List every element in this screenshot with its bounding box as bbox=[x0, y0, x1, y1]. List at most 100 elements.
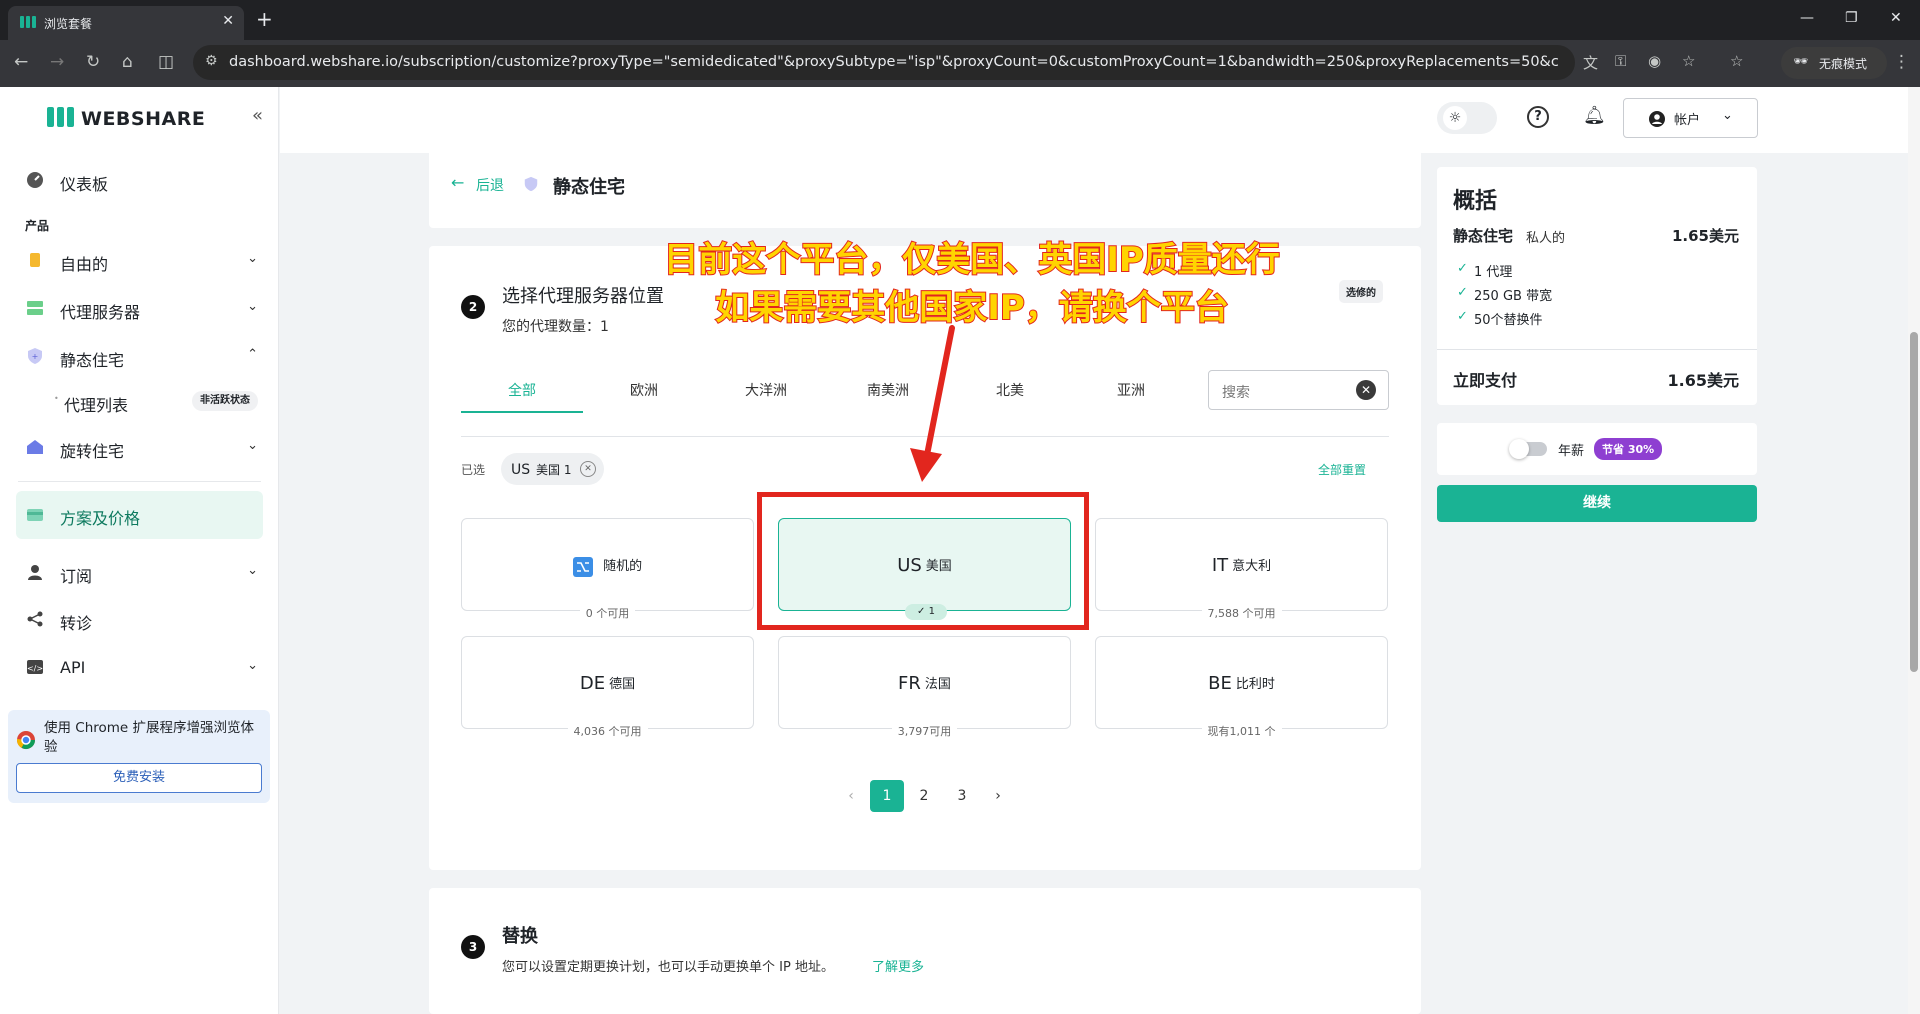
tab-europe[interactable]: 欧洲 bbox=[583, 380, 705, 400]
browser-menu-icon[interactable]: ⋮ bbox=[1893, 52, 1910, 72]
forward-icon[interactable]: → bbox=[50, 52, 64, 72]
back-arrow-icon[interactable]: ← bbox=[451, 173, 464, 192]
minimize-icon[interactable]: — bbox=[1800, 10, 1814, 26]
collapse-sidebar-icon[interactable]: « bbox=[252, 105, 263, 126]
split-view-icon[interactable]: ◫ bbox=[158, 52, 174, 72]
check-icon: ✓ bbox=[1457, 309, 1468, 324]
install-free-button[interactable]: 免费安装 bbox=[16, 763, 262, 793]
sidebar-item-referral[interactable]: 转诊 bbox=[24, 601, 264, 639]
learn-more-link[interactable]: 了解更多 bbox=[872, 956, 924, 975]
gauge-icon bbox=[26, 171, 44, 189]
annual-toggle[interactable] bbox=[1509, 439, 1547, 459]
bookmarks-icon[interactable]: ☆ bbox=[1730, 52, 1743, 70]
sidebar-item-free[interactable]: 自由的 ⌄ bbox=[24, 242, 264, 280]
summary-product-sub: 私人的 bbox=[1526, 231, 1566, 246]
back-link[interactable]: 后退 bbox=[476, 175, 504, 195]
summary-title: 概括 bbox=[1453, 189, 1498, 214]
location-card-random[interactable]: 随机的 0 个可用 bbox=[461, 518, 754, 620]
selected-chip-us: US 美国 1 ✕ bbox=[501, 453, 604, 485]
card-icon bbox=[26, 506, 44, 524]
step-title: 替换 bbox=[502, 926, 538, 947]
sidebar-item-static-residential[interactable]: + 静态住宅 ⌃ bbox=[24, 338, 264, 376]
sidebar-item-api[interactable]: </> API ⌄ bbox=[24, 649, 264, 687]
location-card-fr[interactable]: FR 法国 3,797可用 bbox=[778, 636, 1071, 738]
url-text: dashboard.webshare.io/subscription/custo… bbox=[229, 54, 1559, 70]
chevron-down-icon: ⌄ bbox=[247, 658, 258, 673]
sidebar-item-dashboard[interactable]: 仪表板 bbox=[24, 162, 264, 200]
chip-country-code: US bbox=[511, 462, 531, 478]
theme-toggle[interactable]: ☼ bbox=[1437, 102, 1497, 134]
close-tab-icon[interactable]: ✕ bbox=[222, 13, 234, 29]
webshare-logo-icon bbox=[47, 107, 74, 127]
location-name: 德国 bbox=[609, 677, 636, 692]
step-number: 2 bbox=[461, 295, 485, 319]
remove-chip-icon[interactable]: ✕ bbox=[580, 461, 596, 477]
omnibox[interactable]: ⚙ dashboard.webshare.io/subscription/cus… bbox=[193, 45, 1575, 80]
tab-oceania[interactable]: 大洋洲 bbox=[705, 380, 827, 400]
brand-name: WEBSHARE bbox=[81, 108, 206, 130]
page-button-2[interactable]: 2 bbox=[907, 780, 941, 812]
code-icon: </> bbox=[26, 658, 44, 676]
feature-item: 50个替换件 bbox=[1474, 313, 1543, 328]
site-info-icon[interactable]: ⚙ bbox=[205, 53, 218, 69]
tab-north-america[interactable]: 北美 bbox=[949, 380, 1071, 400]
pay-now-label: 立即支付 bbox=[1453, 371, 1518, 390]
location-search-input[interactable]: 搜索 ✕ bbox=[1208, 370, 1389, 410]
clear-search-icon[interactable]: ✕ bbox=[1356, 380, 1376, 400]
inactive-badge: 非活跃状态 bbox=[192, 391, 258, 411]
feature-item: 250 GB 带宽 bbox=[1474, 289, 1553, 304]
close-window-icon[interactable]: ✕ bbox=[1890, 10, 1902, 26]
availability: 4,036 个可用 bbox=[567, 725, 648, 738]
availability: 3,797可用 bbox=[891, 725, 958, 738]
new-tab-icon[interactable]: + bbox=[256, 7, 273, 31]
top-header: ☼ ? 🔔︎ 帐户 ⌄ bbox=[280, 87, 1920, 153]
server-icon bbox=[26, 299, 44, 317]
tab-all[interactable]: 全部 bbox=[461, 380, 583, 400]
sidebar-item-proxy-server[interactable]: 代理服务器 ⌄ bbox=[24, 290, 264, 328]
summary-product: 静态住宅 bbox=[1453, 227, 1514, 245]
incognito-indicator[interactable]: 🕶 无痕模式 bbox=[1781, 47, 1887, 79]
step-description: 您可以设置定期更换计划，也可以手动更换单个 IP 地址。 bbox=[502, 960, 834, 975]
chrome-icon bbox=[16, 731, 35, 750]
chevron-down-icon: ⌄ bbox=[247, 438, 258, 453]
sidebar-item-rotating-residential[interactable]: 旋转住宅 ⌄ bbox=[24, 429, 264, 467]
tab-title: 浏览套餐 bbox=[44, 17, 93, 31]
translate-icon[interactable]: 文 bbox=[1583, 52, 1598, 73]
annotation-line-2: 如果需要其他国家IP，请换个平台 bbox=[714, 287, 1230, 329]
sidebar-item-plans-pricing[interactable]: 方案及价格 bbox=[16, 491, 263, 539]
location-card-it[interactable]: IT 意大利 7,588 个可用 bbox=[1095, 518, 1388, 620]
tab-asia[interactable]: 亚洲 bbox=[1070, 380, 1192, 400]
summary-price: 1.65美元 bbox=[1671, 227, 1739, 245]
page-button-1[interactable]: 1 bbox=[870, 780, 904, 812]
home-icon[interactable]: ⌂ bbox=[122, 52, 133, 72]
location-card-de[interactable]: DE 德国 4,036 个可用 bbox=[461, 636, 754, 738]
sidebar-item-subscription[interactable]: 订阅 ⌄ bbox=[24, 554, 264, 592]
save-badge: 节省 30% bbox=[1594, 438, 1663, 460]
back-icon[interactable]: ← bbox=[14, 52, 28, 72]
prev-page-icon[interactable]: ‹ bbox=[834, 780, 868, 812]
next-page-icon[interactable]: › bbox=[981, 780, 1015, 812]
bookmark-star-icon[interactable]: ☆ bbox=[1682, 52, 1695, 70]
password-key-icon[interactable]: ⚿ bbox=[1615, 52, 1626, 70]
eye-off-icon[interactable]: ◉ bbox=[1648, 52, 1661, 70]
continue-button[interactable]: 继续 bbox=[1437, 485, 1757, 522]
reset-all-link[interactable]: 全部重置 bbox=[1318, 461, 1366, 478]
bell-icon[interactable]: 🔔︎ bbox=[1583, 105, 1606, 126]
sidebar-divider bbox=[18, 481, 261, 482]
page-button-3[interactable]: 3 bbox=[945, 780, 979, 812]
restore-icon[interactable]: ❐ bbox=[1845, 10, 1858, 26]
annual-label: 年薪 bbox=[1558, 444, 1585, 459]
location-card-be[interactable]: BE 比利时 现有1,011 个 bbox=[1095, 636, 1388, 738]
scrollbar-thumb[interactable] bbox=[1910, 332, 1918, 672]
sidebar-item-proxy-list[interactable]: • 代理列表 非活跃状态 bbox=[24, 383, 264, 421]
location-name: 意大利 bbox=[1232, 559, 1272, 574]
page-scrollbar[interactable] bbox=[1908, 87, 1920, 1014]
country-code: FR bbox=[898, 673, 921, 694]
reload-icon[interactable]: ↻ bbox=[86, 52, 100, 72]
account-menu-button[interactable]: 帐户 ⌄ bbox=[1623, 98, 1758, 138]
help-icon[interactable]: ? bbox=[1527, 106, 1549, 128]
browser-tab[interactable]: 浏览套餐 ✕ bbox=[8, 6, 244, 40]
sidebar: WEBSHARE « 仪表板 产品 自由的 ⌄ 代理服务器 ⌄ + 静态住宅 ⌃… bbox=[0, 87, 279, 1014]
availability: 0 个可用 bbox=[579, 607, 636, 620]
chrome-promo-text: 使用 Chrome 扩展程序增强浏览体验 bbox=[44, 720, 255, 755]
